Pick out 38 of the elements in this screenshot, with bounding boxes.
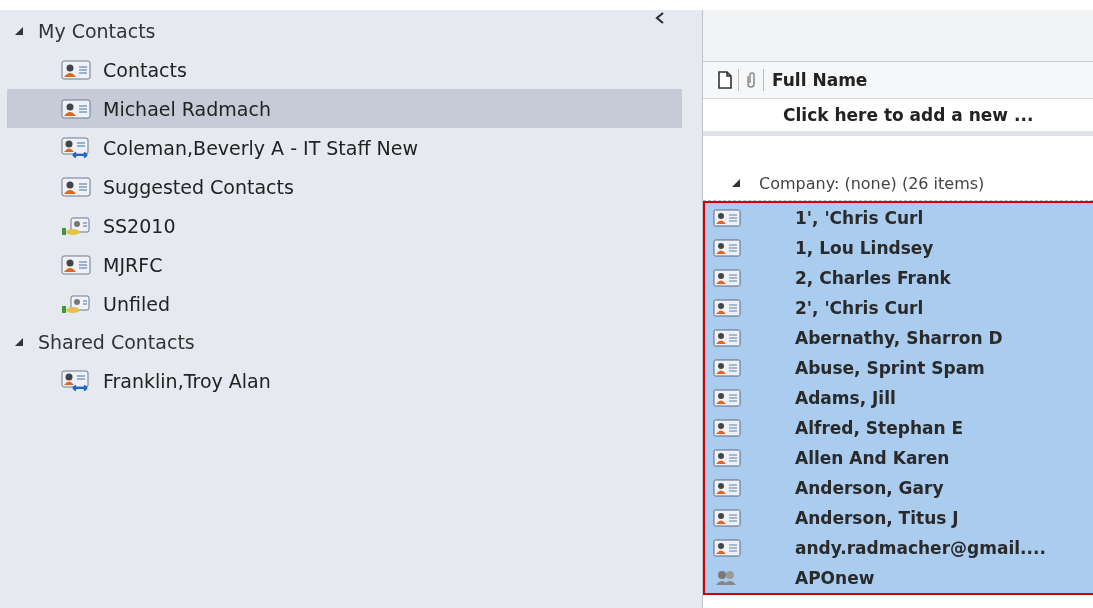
folder-item[interactable]: MJRFC	[7, 245, 682, 284]
contact-card-icon	[713, 539, 741, 557]
expanded-arrow-icon[interactable]	[731, 178, 741, 188]
contact-card-icon	[61, 176, 91, 197]
contact-card-icon	[713, 209, 741, 227]
contact-card-icon	[713, 479, 741, 497]
contact-card-icon	[713, 329, 741, 347]
public-folder-icon	[61, 293, 91, 314]
section-header[interactable]: My Contacts	[38, 20, 156, 42]
document-icon[interactable]	[717, 71, 733, 89]
folder-item[interactable]: Coleman,Beverly A - IT Staff New	[7, 128, 682, 167]
shared-contact-icon	[61, 369, 91, 392]
folder-item[interactable]: Contacts	[7, 50, 682, 89]
full-name-column[interactable]: Full Name	[772, 70, 868, 90]
shared-contact-icon	[61, 136, 91, 159]
contact-card-icon	[713, 269, 741, 287]
folder-item[interactable]: Franklin,Troy Alan	[7, 361, 682, 400]
expanded-arrow-icon[interactable]	[14, 26, 24, 36]
expanded-arrow-icon[interactable]	[14, 337, 24, 347]
contact-card-icon	[61, 254, 91, 275]
folder-item[interactable]: Suggested Contacts	[7, 167, 682, 206]
contact-card-icon	[61, 98, 91, 119]
section-header[interactable]: Shared Contacts	[38, 331, 195, 353]
paperclip-icon[interactable]	[744, 71, 758, 89]
group-header[interactable]: Company: (none) (26 items)	[759, 173, 985, 193]
public-folder-icon	[61, 215, 91, 236]
contact-card-icon	[713, 299, 741, 317]
contact-card-icon	[713, 359, 741, 377]
contact-card-icon	[713, 449, 741, 467]
folder-item[interactable]: SS2010	[7, 206, 682, 245]
contact-card-icon	[713, 419, 741, 437]
folder-item[interactable]: Michael Radmach	[7, 89, 682, 128]
contact-card-icon	[713, 389, 741, 407]
collapse-icon[interactable]	[655, 12, 665, 24]
contact-card-icon	[713, 239, 741, 257]
folder-item[interactable]: Unfiled	[7, 284, 682, 323]
contact-card-icon	[713, 509, 741, 527]
contact-card-icon	[61, 59, 91, 80]
